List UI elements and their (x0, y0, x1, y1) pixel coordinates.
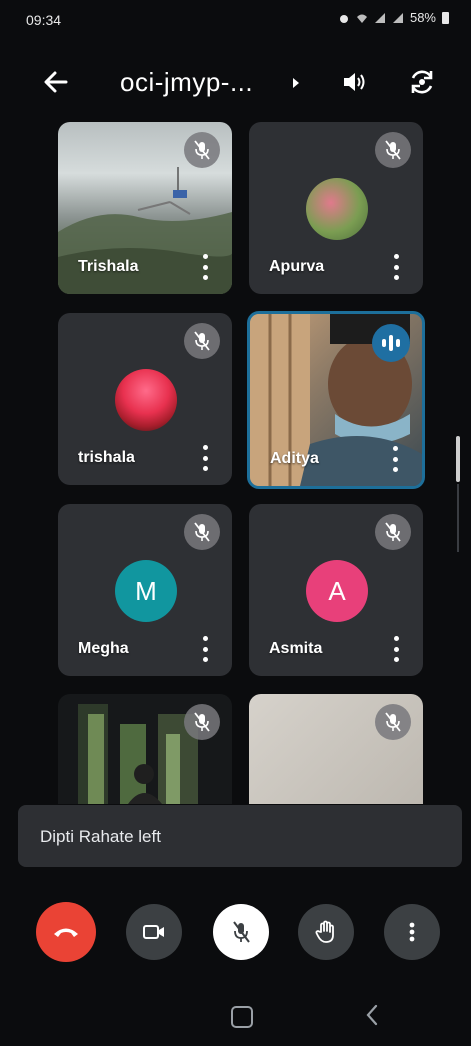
end-call-button[interactable] (36, 902, 96, 962)
wifi-icon (356, 14, 367, 23)
participant-tile[interactable] (249, 694, 423, 804)
system-nav-bar (0, 990, 471, 1046)
call-header: oci-jmyp-... (0, 52, 471, 112)
battery-percent: 58% (409, 10, 436, 25)
participant-name: Aditya (270, 450, 319, 467)
avatar-initial: A (328, 575, 346, 606)
back-arrow-icon (44, 71, 68, 93)
nav-back-icon[interactable] (364, 1004, 380, 1026)
mic-off-icon (385, 712, 401, 732)
speaking-indicator-icon (372, 324, 410, 362)
notification-toast: Dipti Rahate left (18, 805, 462, 867)
avatar (306, 178, 368, 240)
mic-off-icon (385, 140, 401, 160)
video-toggle-button[interactable] (126, 904, 182, 960)
switch-camera-icon (411, 70, 433, 94)
muted-badge (375, 704, 411, 740)
avatar (115, 369, 177, 431)
participant-menu-button[interactable] (390, 446, 400, 472)
participant-name: Megha (78, 640, 129, 657)
battery-icon (442, 11, 449, 24)
mic-off-icon (194, 522, 210, 542)
muted-badge (184, 514, 220, 550)
mic-off-icon (385, 522, 401, 542)
hang-up-icon (54, 928, 78, 937)
muted-badge (184, 704, 220, 740)
participant-tile[interactable] (58, 694, 232, 804)
participant-name: Apurva (269, 258, 325, 275)
muted-badge (184, 132, 220, 168)
back-button[interactable] (38, 64, 74, 100)
avatar-initial: M (135, 575, 157, 606)
switch-camera-button[interactable] (402, 64, 442, 100)
avatar: M (115, 560, 177, 622)
home-button-icon[interactable] (231, 1006, 253, 1028)
caret-right-icon[interactable] (289, 74, 303, 92)
more-options-button[interactable] (384, 904, 440, 960)
status-icons: 58% (338, 10, 449, 25)
scrollbar-track (457, 484, 459, 552)
mic-off-icon (233, 921, 250, 943)
muted-badge (375, 514, 411, 550)
mic-off-icon (194, 331, 210, 351)
scrollbar-thumb[interactable] (456, 436, 460, 482)
mic-off-icon (194, 712, 210, 732)
muted-badge (184, 323, 220, 359)
alarm-icon (339, 14, 348, 23)
participant-name: trishala (78, 449, 135, 466)
call-controls (0, 880, 471, 980)
participant-menu-button[interactable] (200, 445, 210, 471)
participant-tile[interactable]: Trishala (58, 122, 232, 294)
participant-menu-button[interactable] (391, 254, 401, 280)
speaker-button[interactable] (336, 64, 372, 100)
participant-tile[interactable]: trishala (58, 313, 232, 485)
participant-tile[interactable]: Apurva (249, 122, 423, 294)
muted-badge (375, 132, 411, 168)
scrollbar[interactable] (455, 436, 461, 552)
participant-tile[interactable]: A Asmita (249, 504, 423, 676)
speaker-icon (344, 73, 365, 91)
participant-tile[interactable]: M Megha (58, 504, 232, 676)
avatar: A (306, 560, 368, 622)
meeting-title[interactable]: oci-jmyp-... (120, 67, 253, 98)
hand-icon (315, 920, 334, 943)
participant-name: Asmita (269, 640, 323, 657)
raise-hand-button[interactable] (298, 904, 354, 960)
signal-icon (374, 12, 385, 23)
signal-icon-2 (392, 12, 403, 23)
participant-tile-active-speaker[interactable]: Aditya (247, 311, 425, 489)
participant-menu-button[interactable] (200, 636, 210, 662)
mic-toggle-button[interactable] (213, 904, 269, 960)
participant-name: Trishala (78, 258, 139, 275)
status-bar: 09:34 58% (0, 0, 471, 40)
toast-message: Dipti Rahate left (40, 827, 161, 846)
status-time: 09:34 (26, 12, 62, 28)
mic-off-icon (194, 140, 210, 160)
video-camera-icon (143, 925, 164, 939)
participant-menu-button[interactable] (391, 636, 401, 662)
more-vert-icon (409, 922, 415, 942)
participant-menu-button[interactable] (200, 254, 210, 280)
